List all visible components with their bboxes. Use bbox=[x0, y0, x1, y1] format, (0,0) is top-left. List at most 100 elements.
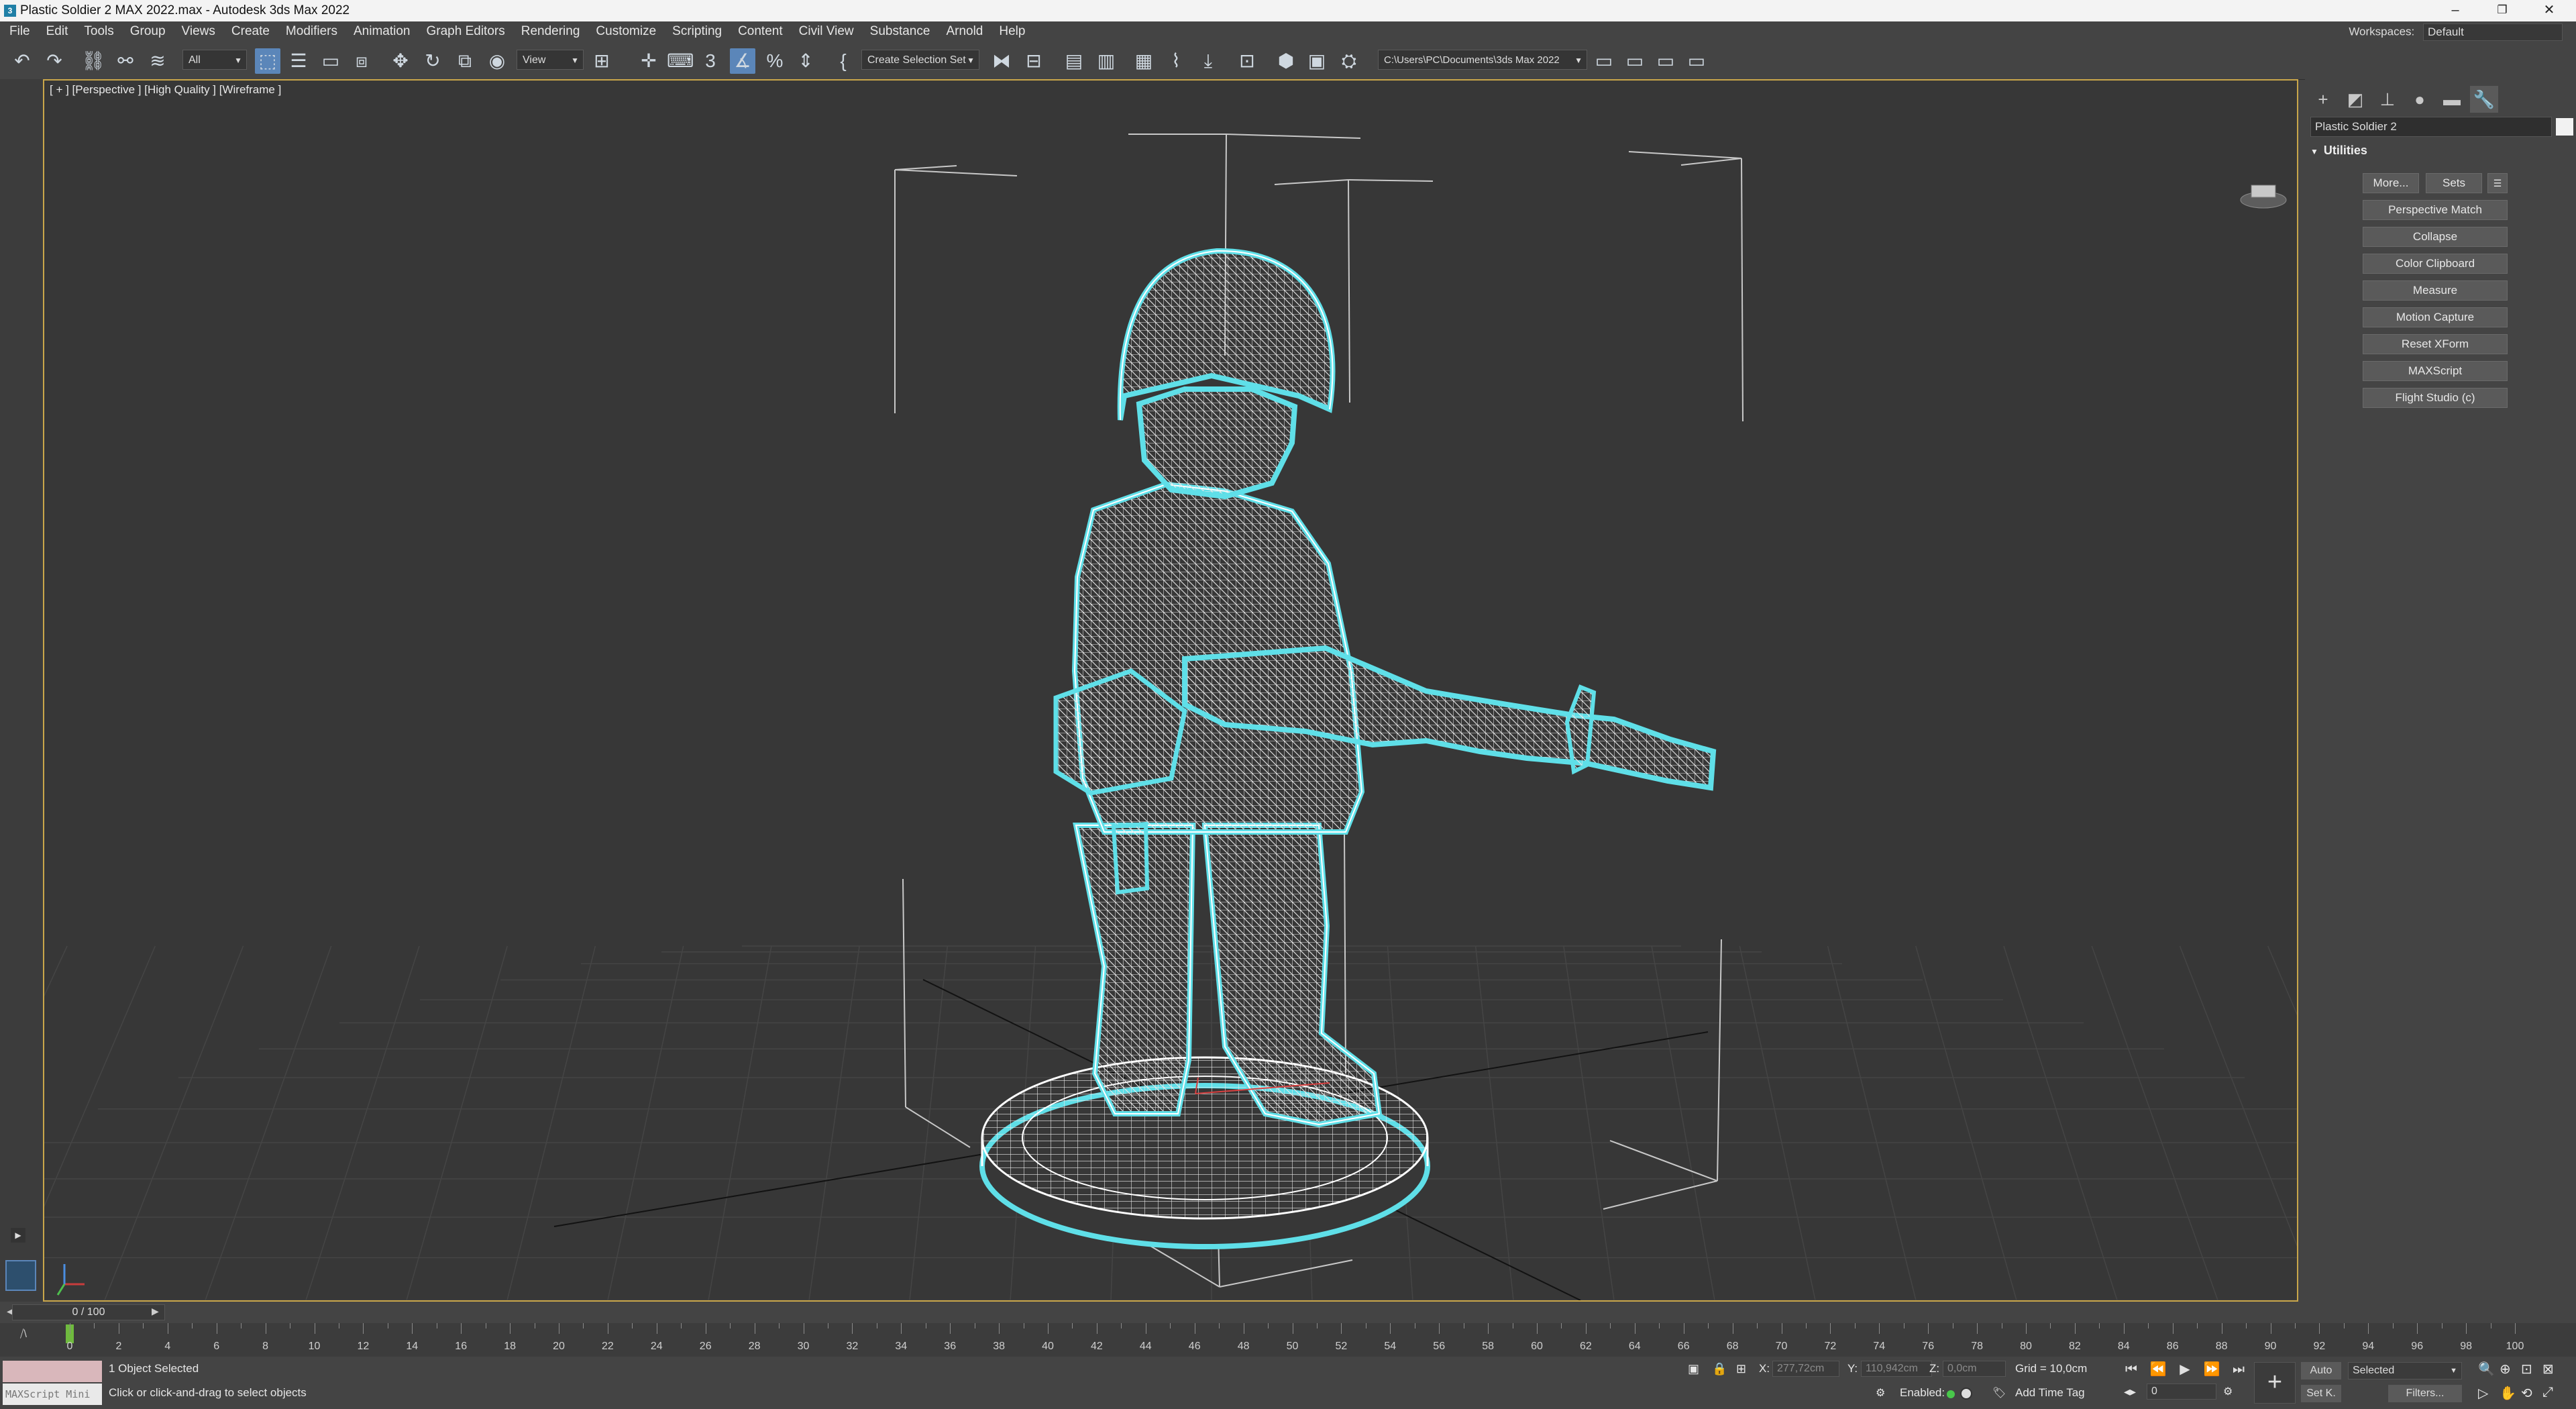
rectangular-region-icon[interactable]: ▭ bbox=[318, 48, 343, 74]
utility-button-color-clipboard[interactable]: Color Clipboard bbox=[2363, 254, 2508, 274]
viewcube[interactable] bbox=[2240, 185, 2287, 209]
transform-mode-icon[interactable]: ⊞ bbox=[1736, 1362, 1746, 1376]
menu-content[interactable]: Content bbox=[730, 21, 791, 42]
reference-coordinate-dropdown[interactable]: View ▼ bbox=[517, 50, 584, 70]
next-frame-icon[interactable]: ⏩ bbox=[2200, 1359, 2223, 1379]
menu-views[interactable]: Views bbox=[174, 21, 223, 42]
x-coordinate-field[interactable]: 277,72cm bbox=[1772, 1361, 1839, 1377]
time-slider[interactable]: 0 / 100 bbox=[12, 1304, 165, 1320]
orbit-icon[interactable]: ⟲ bbox=[2521, 1385, 2532, 1402]
time-slider-next-icon[interactable]: ▶ bbox=[152, 1306, 159, 1317]
key-mode-icon[interactable]: ◂▸ bbox=[2124, 1385, 2136, 1399]
y-coordinate-field[interactable]: 110,942cm bbox=[1861, 1361, 1932, 1377]
render-frame-icon[interactable]: ⛭ bbox=[1336, 48, 1362, 74]
workspaces-selector[interactable]: Workspaces: Default bbox=[2349, 23, 2563, 41]
select-move-icon[interactable]: ✥ bbox=[388, 48, 413, 74]
set-key-icon[interactable]: + bbox=[2254, 1362, 2296, 1404]
zoom-extents-icon[interactable]: ⊡ bbox=[2521, 1361, 2532, 1377]
named-selection-dropdown[interactable]: Create Selection Set ▼ bbox=[861, 50, 979, 70]
soldier-head[interactable] bbox=[1117, 248, 1336, 500]
utility-button-reset-xform[interactable]: Reset XForm bbox=[2363, 334, 2508, 354]
expand-arrow-icon[interactable]: ▶ bbox=[11, 1228, 25, 1243]
more-button[interactable]: More... bbox=[2363, 173, 2419, 193]
hierarchy-tab-icon[interactable]: ⊥ bbox=[2373, 86, 2402, 113]
menu-arnold[interactable]: Arnold bbox=[938, 21, 991, 42]
menu-tools[interactable]: Tools bbox=[76, 21, 121, 42]
set-key-button[interactable]: Set K. bbox=[2301, 1385, 2341, 1402]
menu-rendering[interactable]: Rendering bbox=[513, 21, 588, 42]
previous-frame-icon[interactable]: ⏪ bbox=[2147, 1359, 2169, 1379]
zoom-extents-all-icon[interactable]: ⊠ bbox=[2542, 1361, 2554, 1377]
viewport-layout-tab[interactable] bbox=[5, 1260, 36, 1291]
menu-scripting[interactable]: Scripting bbox=[664, 21, 730, 42]
z-coordinate-field[interactable]: 0,0cm bbox=[1943, 1361, 2006, 1377]
plastic-soldier-model[interactable] bbox=[979, 248, 1717, 1249]
utility-button-flight-studio-c[interactable]: Flight Studio (c) bbox=[2363, 388, 2508, 408]
maxscript-listener[interactable]: MAXScript Mini bbox=[3, 1361, 102, 1405]
key-filter-dropdown[interactable]: Selected ▼ bbox=[2348, 1362, 2462, 1379]
menu-animation[interactable]: Animation bbox=[345, 21, 419, 42]
toggle-ribbon-icon[interactable]: ▦ bbox=[1131, 48, 1157, 74]
menu-help[interactable]: Help bbox=[991, 21, 1033, 42]
curve-editor-icon[interactable]: ⌇ bbox=[1163, 48, 1189, 74]
link-icon[interactable]: ⛓ bbox=[80, 48, 106, 74]
play-icon[interactable]: ▶ bbox=[2174, 1359, 2196, 1379]
zoom-icon[interactable]: 🔍 bbox=[2478, 1361, 2495, 1377]
select-object-icon[interactable]: ⬚ bbox=[255, 48, 280, 74]
utilities-tab-icon[interactable]: 🔧 bbox=[2470, 86, 2498, 113]
menu-customize[interactable]: Customize bbox=[588, 21, 664, 42]
object-color-swatch[interactable] bbox=[2556, 118, 2573, 136]
menu-civil-view[interactable]: Civil View bbox=[791, 21, 862, 42]
current-frame-field[interactable]: 0 bbox=[2147, 1384, 2216, 1400]
select-manipulate-icon[interactable]: ✛ bbox=[636, 48, 661, 74]
undo-icon[interactable]: ↶ bbox=[9, 48, 35, 74]
menu-substance[interactable]: Substance bbox=[862, 21, 938, 42]
window-crossing-icon[interactable]: ⧈ bbox=[349, 48, 374, 74]
minimize-button[interactable]: – bbox=[2435, 0, 2475, 21]
configure-sets-icon[interactable]: ☰ bbox=[2487, 173, 2508, 193]
go-to-end-icon[interactable]: ⏭ bbox=[2227, 1359, 2250, 1379]
select-by-name-icon[interactable]: ☰ bbox=[286, 48, 311, 74]
project-folder-icon[interactable]: ▭ bbox=[1622, 48, 1648, 74]
display-tab-icon[interactable]: ▬ bbox=[2438, 86, 2466, 113]
motion-tab-icon[interactable]: ● bbox=[2406, 86, 2434, 113]
utility-button-motion-capture[interactable]: Motion Capture bbox=[2363, 307, 2508, 327]
create-tab-icon[interactable]: + bbox=[2309, 86, 2337, 113]
project-new-icon[interactable]: ▭ bbox=[1653, 48, 1678, 74]
menu-create[interactable]: Create bbox=[223, 21, 278, 42]
utility-button-collapse[interactable]: Collapse bbox=[2363, 227, 2508, 247]
redo-icon[interactable]: ↷ bbox=[42, 48, 67, 74]
unlink-icon[interactable]: ⚯ bbox=[113, 48, 138, 74]
auto-key-button[interactable]: Auto bbox=[2301, 1362, 2341, 1379]
utility-button-perspective-match[interactable]: Perspective Match bbox=[2363, 200, 2508, 220]
maximize-viewport-icon[interactable]: ⤢ bbox=[2542, 1385, 2553, 1400]
utilities-rollout-header[interactable]: ▼ Utilities bbox=[2310, 144, 2571, 158]
menu-graph-editors[interactable]: Graph Editors bbox=[419, 21, 513, 42]
edit-named-selection-icon[interactable]: { bbox=[830, 48, 856, 74]
spinner-snap-icon[interactable]: ⇕ bbox=[793, 48, 818, 74]
select-scale-icon[interactable]: ⧉ bbox=[452, 48, 478, 74]
pivot-point-icon[interactable]: ⊞ bbox=[589, 48, 614, 74]
project-folder-dropdown[interactable]: C:\Users\PC\Documents\3ds Max 2022 ▼ bbox=[1378, 50, 1587, 70]
maxscript-mini-input[interactable]: MAXScript Mini bbox=[3, 1384, 102, 1405]
mirror-icon[interactable]: ⧓ bbox=[989, 48, 1014, 74]
render-setup-icon[interactable]: ▣ bbox=[1304, 48, 1330, 74]
time-configuration-icon[interactable]: ⚙ bbox=[2223, 1385, 2233, 1398]
pan-view-icon[interactable]: ✋ bbox=[2500, 1385, 2516, 1402]
go-to-start-icon[interactable]: ⏮ bbox=[2120, 1359, 2143, 1379]
align-icon[interactable]: ⊟ bbox=[1021, 48, 1046, 74]
menu-group[interactable]: Group bbox=[122, 21, 174, 42]
material-editor-icon[interactable]: ⬢ bbox=[1273, 48, 1299, 74]
project-settings-icon[interactable]: ▭ bbox=[1684, 48, 1709, 74]
add-time-tag[interactable]: Add Time Tag bbox=[2015, 1386, 2085, 1400]
snaps-toggle-icon[interactable]: 3 bbox=[698, 48, 723, 74]
restore-button[interactable]: ❐ bbox=[2482, 0, 2522, 21]
menu-edit[interactable]: Edit bbox=[38, 21, 76, 42]
selection-lock-icon[interactable]: 🔒 bbox=[1712, 1362, 1727, 1376]
field-of-view-icon[interactable]: ▷ bbox=[2478, 1385, 2488, 1402]
dope-sheet-icon[interactable]: ⤓ bbox=[1195, 48, 1221, 74]
modify-tab-icon[interactable]: ◩ bbox=[2341, 86, 2369, 113]
select-place-icon[interactable]: ◉ bbox=[484, 48, 510, 74]
isolate-selection-icon[interactable]: ▣ bbox=[1688, 1362, 1699, 1376]
menu-file[interactable]: File bbox=[1, 21, 38, 42]
